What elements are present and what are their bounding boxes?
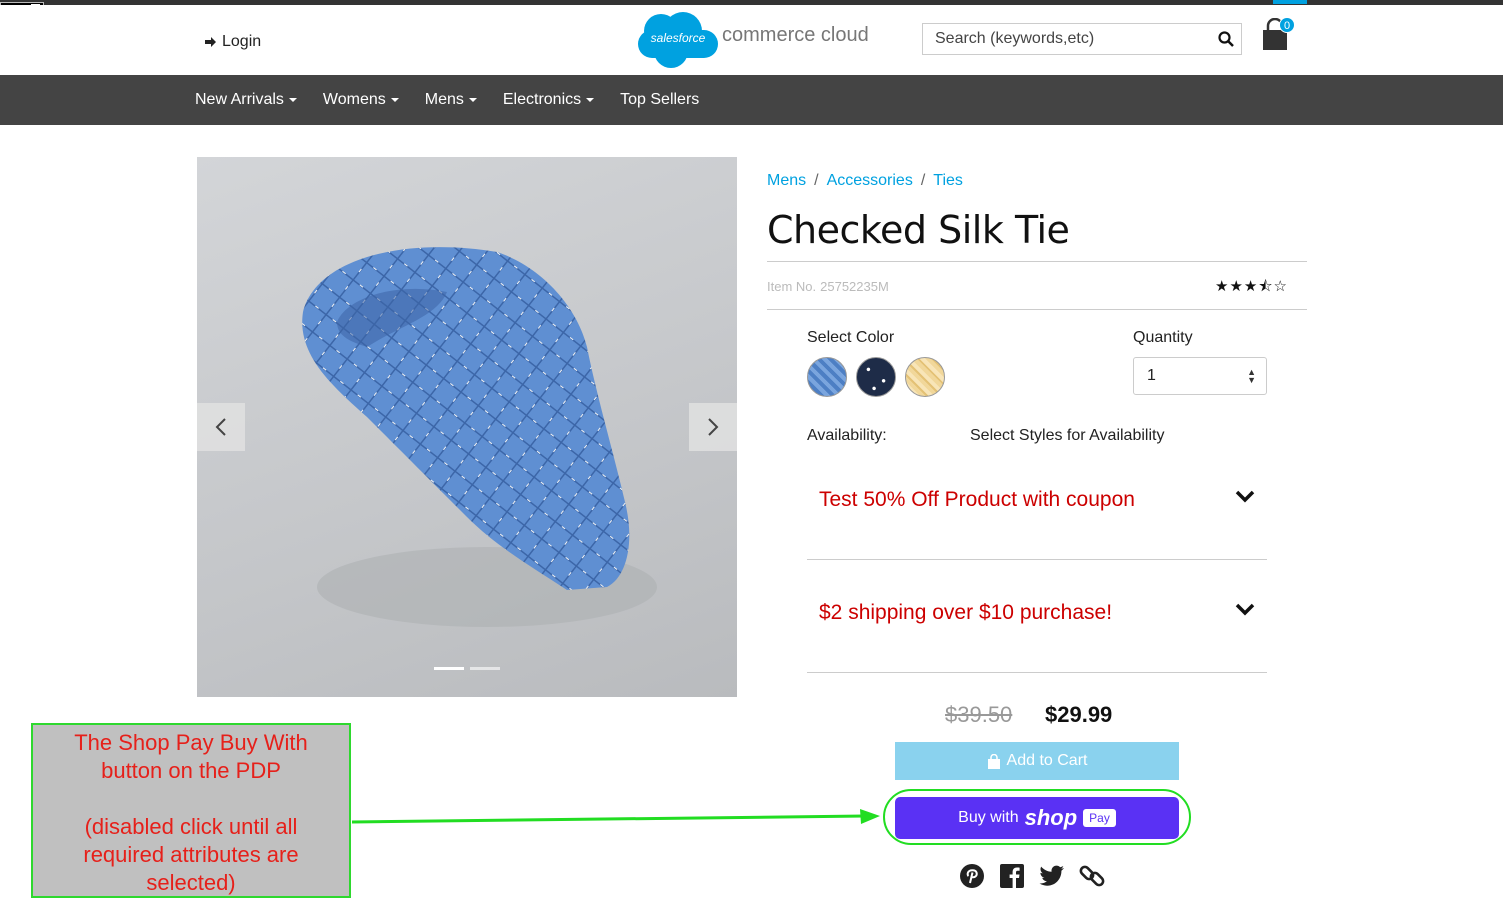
chevron-down-icon xyxy=(1235,603,1255,616)
sale-price: $29.99 xyxy=(1045,702,1113,727)
nav-item-new-arrivals[interactable]: New Arrivals xyxy=(195,91,297,109)
pinterest-icon[interactable] xyxy=(958,862,986,890)
login-label: Login xyxy=(222,33,262,50)
carousel-indicator[interactable] xyxy=(470,667,500,670)
annotation-callout: The Shop Pay Buy With button on the PDP … xyxy=(31,723,351,898)
annotation-line: required attributes are xyxy=(83,842,299,867)
divider xyxy=(767,309,1307,310)
chevron-left-icon xyxy=(215,418,226,436)
product-image-carousel[interactable] xyxy=(197,157,737,697)
nav-item-mens[interactable]: Mens xyxy=(425,91,477,109)
caret-down-icon xyxy=(468,98,477,102)
facebook-icon[interactable] xyxy=(998,862,1026,890)
breadcrumb-separator: / xyxy=(814,172,819,189)
caret-down-icon xyxy=(390,98,399,102)
annotation-line: The Shop Pay Buy With xyxy=(74,730,308,755)
promotion-text: Test 50% Off Product with coupon xyxy=(819,488,1135,511)
color-swatch-navy[interactable] xyxy=(856,357,896,397)
search-icon[interactable] xyxy=(1211,31,1241,47)
carousel-next-button[interactable] xyxy=(689,403,737,451)
item-number-value: 25752235M xyxy=(820,279,889,294)
buy-with-shop-pay-button[interactable]: Buy with shop Pay xyxy=(895,797,1179,839)
salesforce-cloud-logo: salesforce xyxy=(638,12,718,68)
nav-label: Electronics xyxy=(502,91,582,108)
availability-value: Select Styles for Availability xyxy=(970,427,1165,444)
breadcrumb-accessories[interactable]: Accessories xyxy=(827,172,913,190)
item-number-label: Item No. xyxy=(767,279,817,294)
quantity-label: Quantity xyxy=(1133,329,1193,346)
nav-label: New Arrivals xyxy=(195,91,284,108)
breadcrumb-mens[interactable]: Mens xyxy=(767,172,806,190)
nav-item-electronics[interactable]: Electronics xyxy=(502,91,595,109)
pay-badge: Pay xyxy=(1083,809,1116,827)
add-to-cart-label: Add to Cart xyxy=(1006,752,1088,769)
color-swatch-blue[interactable] xyxy=(807,357,847,397)
promotion-accordion[interactable]: $2 shipping over $10 purchase! xyxy=(807,561,1267,673)
color-swatches xyxy=(807,357,945,397)
carousel-indicators xyxy=(434,667,500,670)
annotation-line: (disabled click until all xyxy=(84,814,298,839)
site-logo[interactable]: salesforce commerce cloud xyxy=(638,12,869,68)
product-title: Checked Silk Tie xyxy=(767,208,1070,252)
breadcrumb: Mens / Accessories / Ties xyxy=(767,172,963,190)
color-swatch-yellow[interactable] xyxy=(905,357,945,397)
shop-pay-prefix: Buy with xyxy=(958,809,1019,826)
login-link[interactable]: Login xyxy=(204,33,261,51)
logo-cloud-text: salesforce xyxy=(650,31,706,45)
rating-stars: ★★★⯪☆ xyxy=(1215,277,1288,295)
nav-label: Mens xyxy=(424,91,464,108)
twitter-icon[interactable] xyxy=(1038,862,1066,890)
search-box xyxy=(922,23,1242,55)
cart-tab-indicator xyxy=(1273,0,1307,4)
nav-item-top-sellers[interactable]: Top Sellers xyxy=(620,91,699,109)
promotion-accordion[interactable]: Test 50% Off Product with coupon xyxy=(807,448,1267,560)
social-share xyxy=(958,862,1106,890)
search-input[interactable] xyxy=(935,30,1211,48)
cart-count-badge: 0 xyxy=(1279,17,1295,33)
select-color-label: Select Color xyxy=(807,329,895,346)
carousel-indicator-active[interactable] xyxy=(434,667,464,670)
item-number: Item No. 25752235M xyxy=(767,279,889,294)
nav-item-womens[interactable]: Womens xyxy=(323,91,399,109)
sort-icon: ▲ ▼ xyxy=(1247,367,1256,385)
promotion-text: $2 shipping over $10 purchase! xyxy=(819,601,1113,624)
annotation-line: button on the PDP xyxy=(101,758,281,783)
availability-label: Availability: xyxy=(807,427,887,444)
shopping-bag-icon xyxy=(987,753,1000,769)
quantity-value: 1 xyxy=(1147,367,1156,384)
tie-product-image xyxy=(302,247,657,627)
chevron-right-icon xyxy=(708,418,719,436)
chevron-down-icon xyxy=(1235,490,1255,503)
nav-label: Womens xyxy=(322,91,386,108)
divider xyxy=(767,261,1307,262)
main-nav: New Arrivals Womens Mens Electronics Top… xyxy=(0,75,1503,125)
carousel-prev-button[interactable] xyxy=(197,403,245,451)
annotation-line: selected) xyxy=(146,870,236,895)
list-price: $39.50 xyxy=(945,702,1013,727)
breadcrumb-separator: / xyxy=(920,172,926,189)
nav-label: Top Sellers xyxy=(620,91,700,108)
link-icon[interactable] xyxy=(1078,862,1106,890)
caret-down-icon xyxy=(288,98,297,102)
quantity-select[interactable]: 1 ▲ ▼ xyxy=(1133,357,1267,395)
breadcrumb-ties[interactable]: Ties xyxy=(933,172,963,190)
sign-in-icon xyxy=(205,37,216,47)
add-to-cart-button[interactable]: Add to Cart xyxy=(895,742,1179,780)
logo-text: commerce cloud xyxy=(722,23,869,46)
caret-down-icon xyxy=(586,98,595,102)
annotation-arrow xyxy=(351,809,880,824)
shop-logo: shop xyxy=(1024,805,1078,830)
